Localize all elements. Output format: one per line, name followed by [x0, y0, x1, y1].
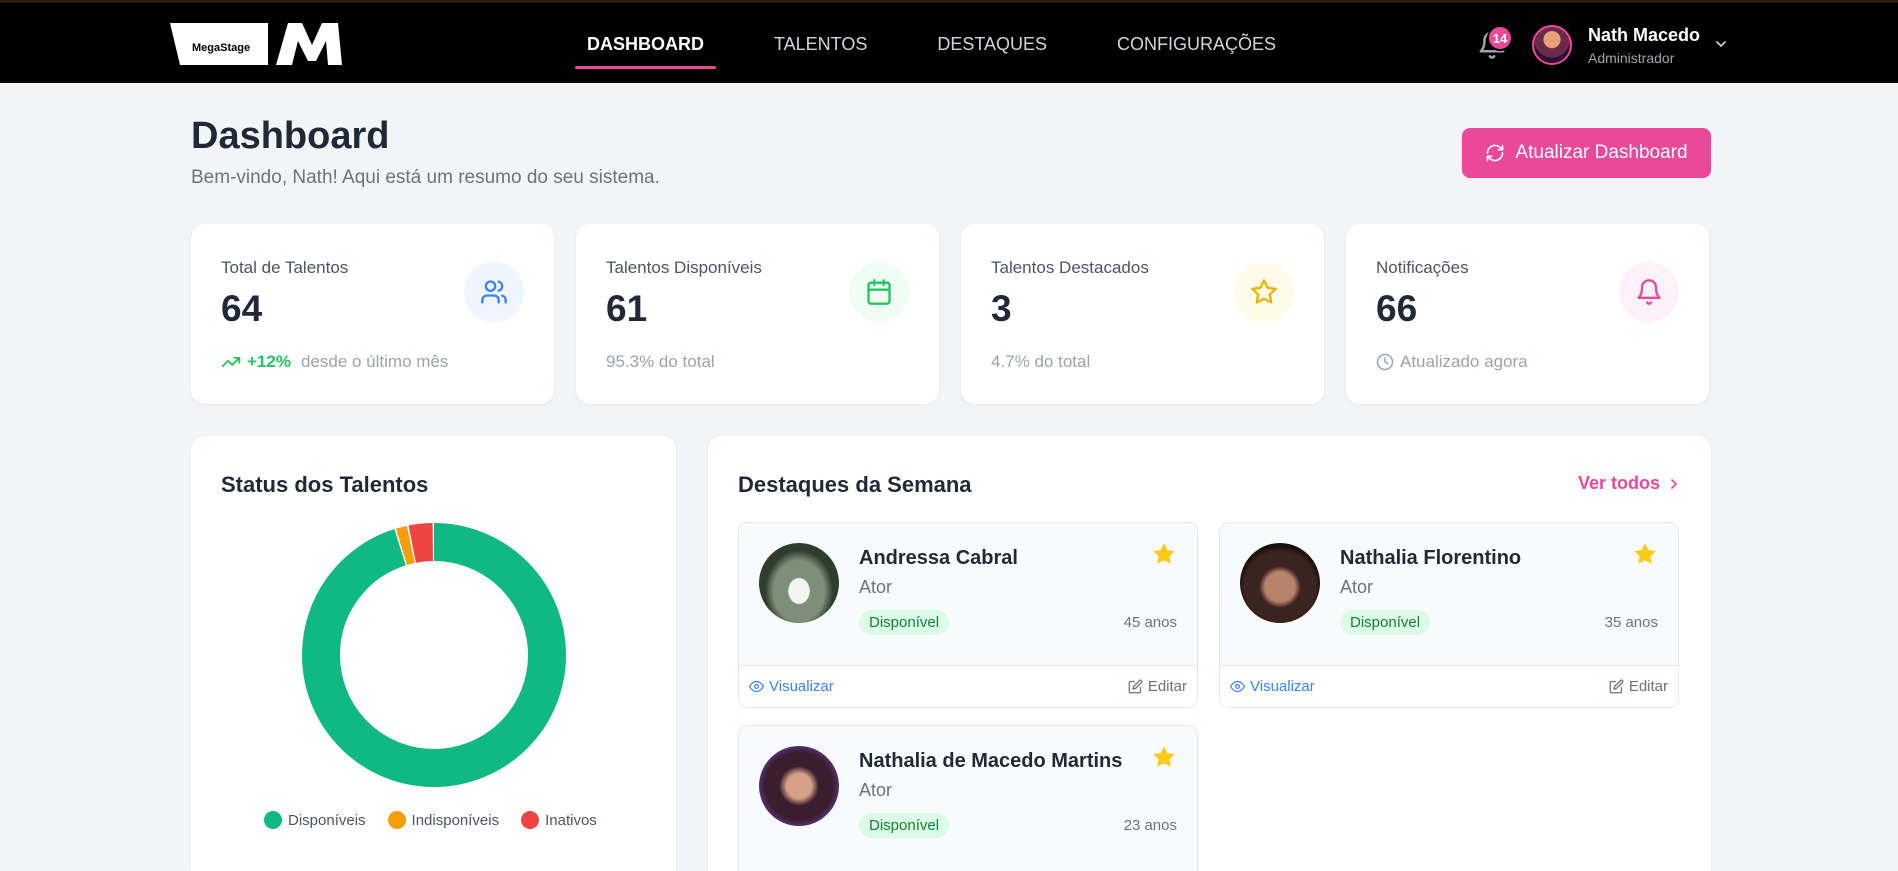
- stat-card-featured: Talentos Destacados 3 4.7% do total: [961, 224, 1324, 404]
- refresh-label: Atualizar Dashboard: [1515, 142, 1688, 163]
- view-label: Visualizar: [1250, 678, 1315, 695]
- talent-age: 45 anos: [1123, 614, 1177, 631]
- eye-icon: [1230, 680, 1245, 693]
- highlights-title: Destaques da Semana: [738, 472, 972, 497]
- talent-card[interactable]: Nathalia de Macedo Martins Ator Disponív…: [738, 725, 1198, 871]
- talent-role: Ator: [859, 577, 893, 597]
- refresh-icon: [1487, 144, 1504, 162]
- refresh-dashboard-button[interactable]: Atualizar Dashboard: [1462, 128, 1711, 178]
- view-button[interactable]: Visualizar: [749, 678, 834, 695]
- talent-photo[interactable]: [759, 543, 839, 623]
- see-all-link[interactable]: Ver todos: [1578, 473, 1682, 494]
- nav-configuracoes[interactable]: CONFIGURAÇÕES: [1105, 3, 1288, 86]
- talent-card-footer: Visualizar Editar: [739, 665, 1197, 707]
- status-badge: Disponível: [859, 813, 950, 838]
- main-nav: DASHBOARD TALENTOS DESTAQUES CONFIGURAÇÕ…: [575, 3, 1334, 86]
- stat-value: 3: [991, 288, 1012, 329]
- page-subtitle: Bem-vindo, Nath! Aqui está um resumo do …: [191, 167, 660, 188]
- legend-item-available[interactable]: Disponíveis: [264, 811, 366, 829]
- chevron-right-icon: [1671, 478, 1678, 489]
- stat-label: Total de Talentos: [221, 258, 349, 277]
- see-all-label: Ver todos: [1578, 473, 1661, 493]
- talent-name[interactable]: Nathalia Florentino: [1340, 547, 1521, 570]
- status-badge: Disponível: [859, 610, 950, 635]
- status-donut-chart: [302, 523, 566, 787]
- calendar-icon: [849, 262, 909, 322]
- slice-disponiveis[interactable]: [302, 523, 566, 787]
- stat-footer: 95.3% do total: [606, 352, 715, 371]
- view-label: Visualizar: [769, 678, 834, 695]
- stat-value: 61: [606, 288, 648, 329]
- status-card-title: Status dos Talentos: [221, 472, 429, 497]
- edit-button[interactable]: Editar: [1609, 678, 1668, 695]
- legend-label: Disponíveis: [288, 811, 366, 829]
- edit-label: Editar: [1147, 678, 1187, 695]
- trending-up-icon: [221, 356, 241, 368]
- stat-label: Notificações: [1376, 258, 1469, 277]
- top-navbar: MegaStage DASHBOARD TALENTOS DESTAQUES C…: [0, 0, 1898, 83]
- featured-star-icon[interactable]: [1151, 744, 1177, 770]
- nav-destaques[interactable]: DESTAQUES: [925, 3, 1059, 86]
- trend-caption: desde o último mês: [300, 352, 449, 371]
- edit-icon: [1128, 679, 1143, 694]
- edit-icon: [1609, 679, 1624, 694]
- star-icon: [1234, 262, 1294, 322]
- talent-card[interactable]: Nathalia Florentino Ator Disponível 35 a…: [1219, 522, 1679, 708]
- legend-label: Indisponíveis: [411, 811, 500, 829]
- legend-dot: [521, 811, 540, 829]
- talent-photo[interactable]: [759, 746, 839, 826]
- users-icon: [464, 262, 524, 322]
- legend-dot: [387, 811, 406, 829]
- stat-footer: +12% desde o último mês: [221, 352, 448, 372]
- featured-star-icon[interactable]: [1632, 541, 1658, 567]
- megastage-logo[interactable]: MegaStage: [170, 23, 342, 65]
- talent-card[interactable]: Andressa Cabral Ator Disponível 45 anos …: [738, 522, 1198, 708]
- talent-card-footer: Visualizar Editar: [1220, 665, 1678, 707]
- edit-label: Editar: [1628, 678, 1668, 695]
- notification-badge: 14: [1487, 25, 1513, 51]
- trend-value: +12%: [247, 352, 291, 371]
- stat-value: 64: [221, 288, 263, 329]
- view-button[interactable]: Visualizar: [1230, 678, 1315, 695]
- legend-item-unavailable[interactable]: Indisponíveis: [387, 811, 500, 829]
- stat-card-available: Talentos Disponíveis 61 95.3% do total: [576, 224, 939, 404]
- clock-icon: [1376, 353, 1394, 371]
- chart-legend: Disponíveis Indisponíveis Inativos: [264, 811, 597, 829]
- talent-age: 35 anos: [1604, 614, 1658, 631]
- chevron-down-icon[interactable]: [1713, 36, 1729, 52]
- page-title: Dashboard: [191, 115, 390, 157]
- talent-name[interactable]: Andressa Cabral: [859, 547, 1018, 570]
- stat-footer: Atualizado agora: [1376, 352, 1528, 372]
- eye-icon: [749, 680, 764, 693]
- talent-role: Ator: [1340, 577, 1374, 597]
- updated-caption: Atualizado agora: [1400, 352, 1528, 371]
- edit-button[interactable]: Editar: [1128, 678, 1187, 695]
- stat-card-total: Total de Talentos 64 +12% desde o último…: [191, 224, 554, 404]
- legend-label: Inativos: [545, 811, 597, 829]
- talent-name[interactable]: Nathalia de Macedo Martins: [859, 750, 1122, 773]
- talent-age: 23 anos: [1123, 817, 1177, 834]
- talent-photo[interactable]: [1240, 543, 1320, 623]
- logo-text: MegaStage: [192, 42, 250, 54]
- legend-dot: [264, 811, 282, 829]
- bell-icon: [1619, 262, 1679, 322]
- stat-value: 66: [1376, 288, 1418, 329]
- legend-item-inactive[interactable]: Inativos: [521, 811, 597, 829]
- stat-footer: 4.7% do total: [991, 352, 1091, 371]
- talent-role: Ator: [859, 780, 893, 800]
- nav-dashboard[interactable]: DASHBOARD: [575, 3, 716, 86]
- nav-talentos[interactable]: TALENTOS: [762, 3, 879, 86]
- stat-label: Talentos Disponíveis: [606, 258, 762, 277]
- user-avatar[interactable]: [1532, 25, 1572, 65]
- stat-label: Talentos Destacados: [991, 258, 1149, 277]
- stat-card-notifications: Notificações 66 Atualizado agora: [1346, 224, 1709, 404]
- user-role: Administrador: [1588, 50, 1675, 66]
- status-badge: Disponível: [1340, 610, 1431, 635]
- featured-star-icon[interactable]: [1151, 541, 1177, 567]
- user-name[interactable]: Nath Macedo: [1588, 25, 1700, 46]
